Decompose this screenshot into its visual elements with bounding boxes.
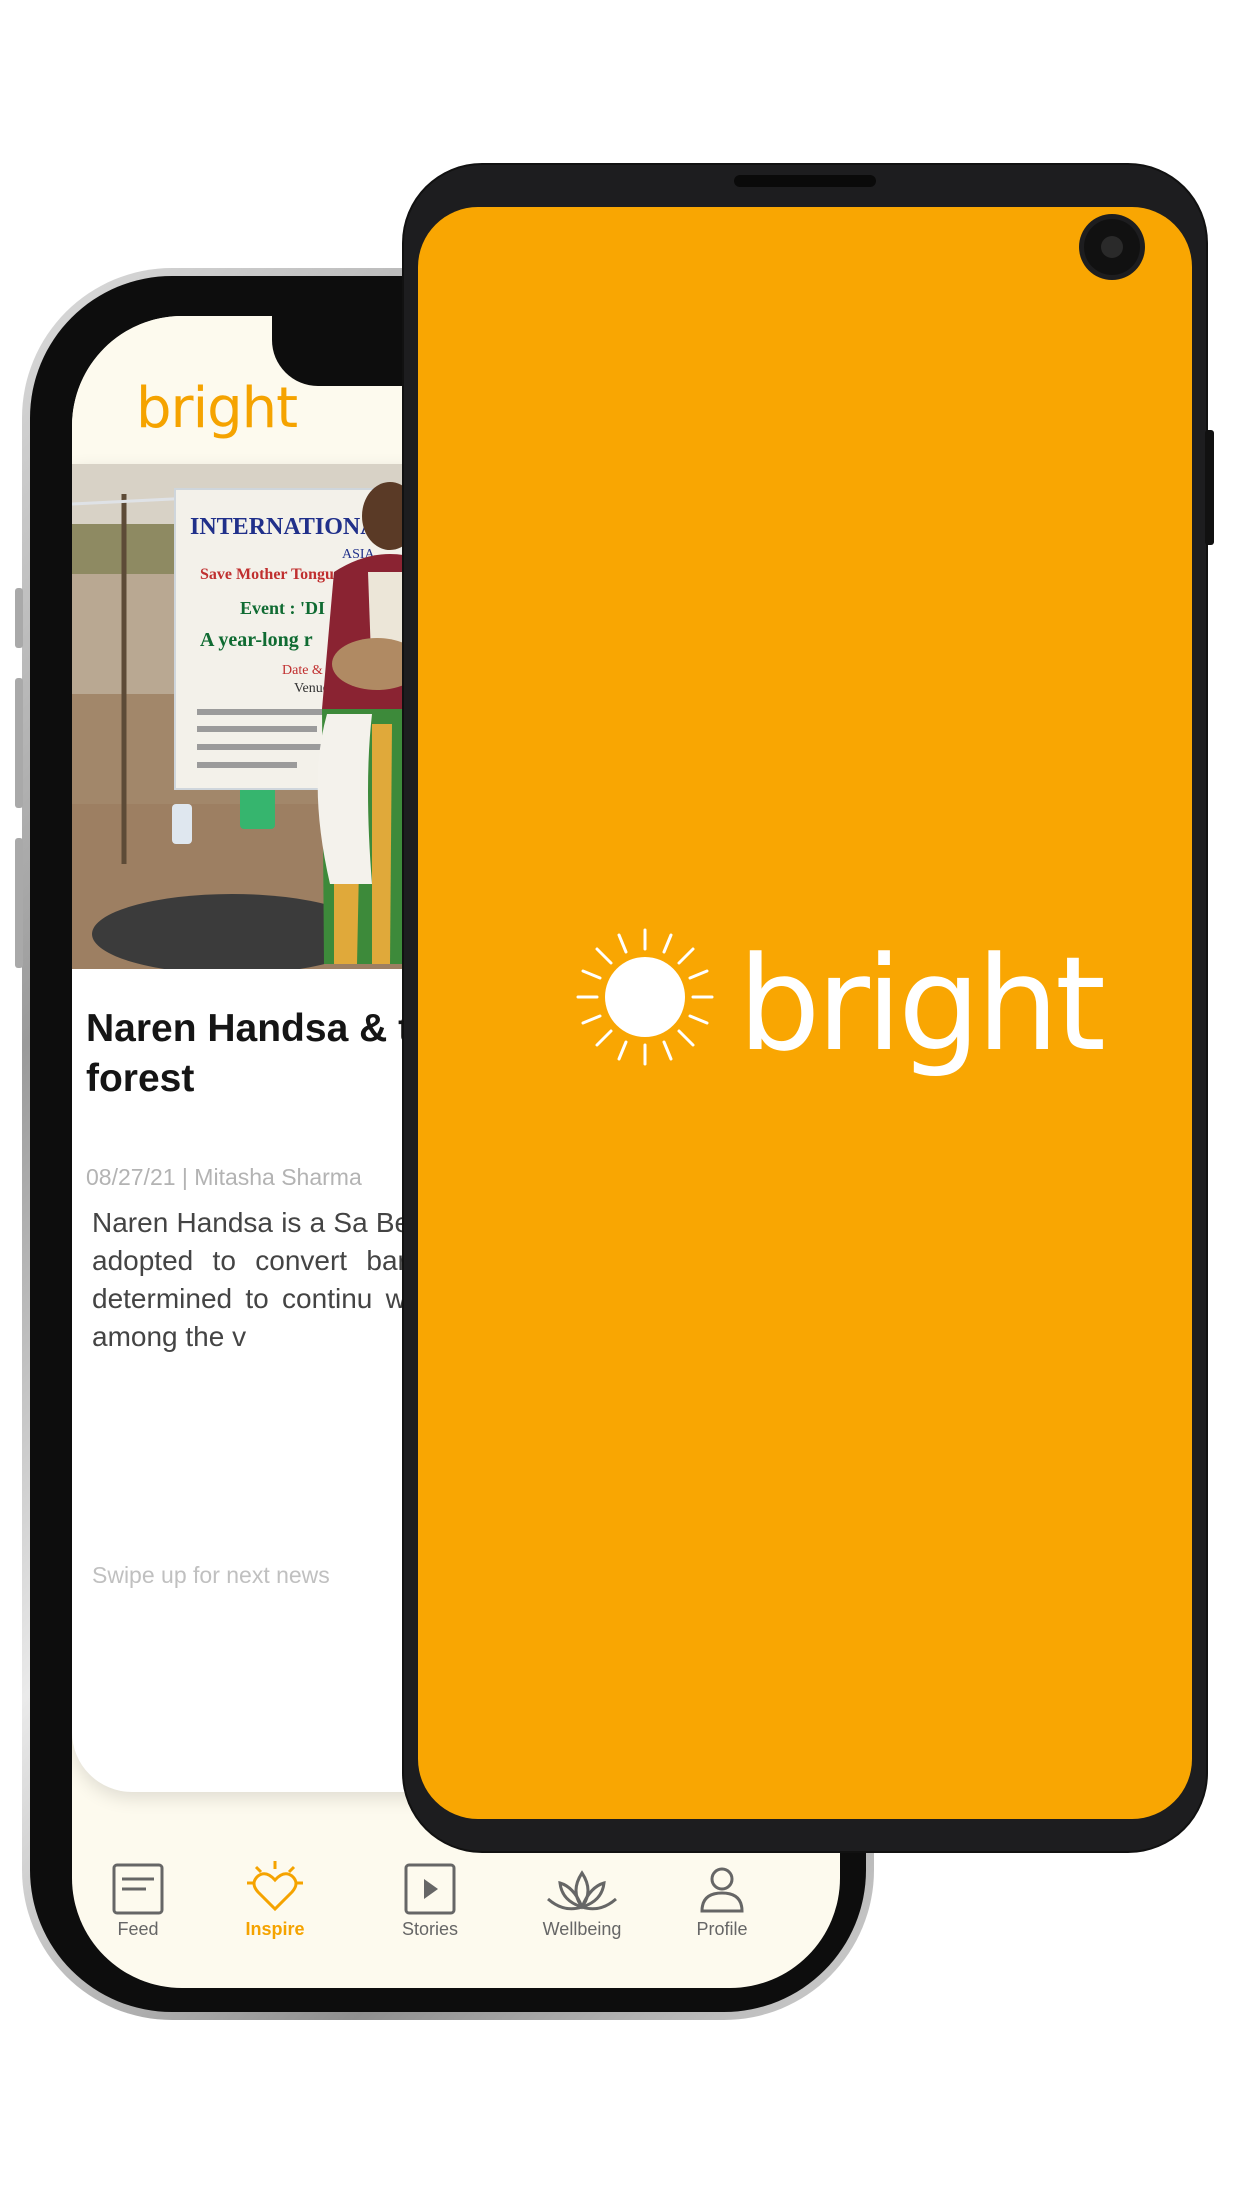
swipe-hint: Swipe up for next news: [92, 1562, 330, 1588]
meta-separator: |: [181, 1164, 195, 1190]
nav-item-profile[interactable]: Profile: [652, 1861, 792, 1940]
nav-label-wellbeing: Wellbeing: [542, 1919, 622, 1939]
nav-label-stories: Stories: [401, 1919, 459, 1939]
volume-down-button: [15, 838, 23, 968]
earpiece-speaker: [734, 175, 876, 187]
article-meta: 08/27/21 | Mitasha Sharma: [86, 1164, 362, 1191]
power-button: [1205, 430, 1214, 545]
banner-line-3: Save Mother Tongue: [200, 566, 341, 583]
android-device: bright: [404, 165, 1214, 1851]
heart-sun-icon: [247, 1861, 303, 1912]
nav-item-stories[interactable]: Stories: [360, 1861, 500, 1940]
lotus-icon: [547, 1870, 617, 1911]
nav-label-profile: Profile: [696, 1919, 748, 1939]
article-author: Mitasha Sharma: [194, 1164, 362, 1190]
splash-wordmark: bright: [738, 928, 1106, 1080]
front-camera: [1084, 219, 1140, 275]
nav-item-inspire[interactable]: Inspire: [205, 1861, 345, 1940]
volume-up-button: [15, 678, 23, 808]
nav-item-feed[interactable]: Feed: [72, 1861, 208, 1940]
sun-logo-icon: [576, 928, 714, 1066]
nav-label-feed: Feed: [117, 1919, 159, 1939]
splash-screen: bright: [418, 207, 1192, 1819]
banner-line-5: A year-long r: [200, 629, 313, 651]
profile-icon: [700, 1867, 744, 1913]
mute-switch: [15, 588, 23, 648]
nav-item-wellbeing[interactable]: Wellbeing: [512, 1861, 652, 1940]
bottom-nav: Feed Inspire Stories Wellbeing Profile: [72, 1861, 840, 1971]
feed-icon: [112, 1863, 164, 1915]
banner-line-4: Event : 'DI: [240, 598, 325, 618]
nav-label-inspire: Inspire: [245, 1919, 305, 1939]
app-logo[interactable]: bright: [136, 376, 298, 441]
article-date: 08/27/21: [86, 1164, 176, 1190]
play-icon: [404, 1863, 456, 1915]
